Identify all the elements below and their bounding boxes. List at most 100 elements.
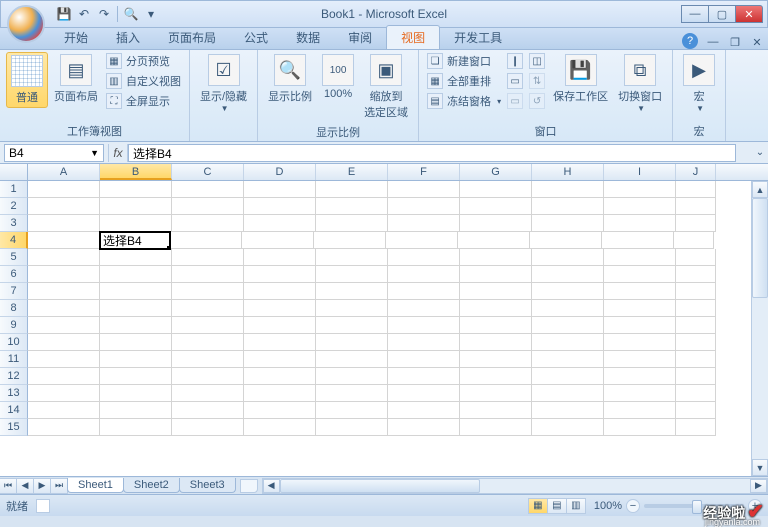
sheet-tab-3[interactable]: Sheet3: [179, 478, 236, 493]
column-header-F[interactable]: F: [388, 164, 460, 180]
cell-I3[interactable]: [604, 215, 676, 232]
cell-I13[interactable]: [604, 385, 676, 402]
cell-H8[interactable]: [532, 300, 604, 317]
cell-J12[interactable]: [676, 368, 716, 385]
freeze-panes-button[interactable]: ▤冻结窗格▾: [425, 92, 503, 110]
column-header-C[interactable]: C: [172, 164, 244, 180]
cell-G6[interactable]: [460, 266, 532, 283]
cell-E6[interactable]: [316, 266, 388, 283]
cell-C10[interactable]: [172, 334, 244, 351]
cell-G5[interactable]: [460, 249, 532, 266]
cell-E15[interactable]: [316, 419, 388, 436]
row-header-10[interactable]: 10: [0, 334, 28, 351]
select-all-corner[interactable]: [0, 164, 28, 180]
cell-G10[interactable]: [460, 334, 532, 351]
reset-position-button[interactable]: ↺: [527, 92, 547, 110]
cell-A2[interactable]: [28, 198, 100, 215]
tab-home[interactable]: 开始: [50, 26, 102, 49]
cell-H7[interactable]: [532, 283, 604, 300]
cell-G8[interactable]: [460, 300, 532, 317]
cell-E13[interactable]: [316, 385, 388, 402]
minimize-button[interactable]: —: [681, 5, 709, 23]
row-header-2[interactable]: 2: [0, 198, 28, 215]
cell-A15[interactable]: [28, 419, 100, 436]
cell-E9[interactable]: [316, 317, 388, 334]
cell-A6[interactable]: [28, 266, 100, 283]
tab-page-layout[interactable]: 页面布局: [154, 26, 230, 49]
cell-I11[interactable]: [604, 351, 676, 368]
cell-I15[interactable]: [604, 419, 676, 436]
column-header-H[interactable]: H: [532, 164, 604, 180]
cell-I6[interactable]: [604, 266, 676, 283]
cell-I4[interactable]: [602, 232, 674, 249]
cell-E2[interactable]: [316, 198, 388, 215]
cell-H10[interactable]: [532, 334, 604, 351]
row-header-8[interactable]: 8: [0, 300, 28, 317]
row-header-14[interactable]: 14: [0, 402, 28, 419]
row-header-1[interactable]: 1: [0, 181, 28, 198]
zoom-100-button[interactable]: 100 100%: [318, 52, 358, 102]
row-header-4[interactable]: 4: [0, 232, 28, 249]
sync-scroll-button[interactable]: ⇅: [527, 72, 547, 90]
cell-H3[interactable]: [532, 215, 604, 232]
prev-sheet-button[interactable]: ◀: [16, 478, 34, 494]
close-button[interactable]: ✕: [735, 5, 763, 23]
cell-D3[interactable]: [244, 215, 316, 232]
cell-C8[interactable]: [172, 300, 244, 317]
cell-D4[interactable]: [242, 232, 314, 249]
zoom-out-button[interactable]: −: [626, 499, 640, 513]
cell-A10[interactable]: [28, 334, 100, 351]
cell-B5[interactable]: [100, 249, 172, 266]
tab-data[interactable]: 数据: [282, 26, 334, 49]
split-button[interactable]: ❙: [505, 52, 525, 70]
cell-C9[interactable]: [172, 317, 244, 334]
row-header-5[interactable]: 5: [0, 249, 28, 266]
cell-C14[interactable]: [172, 402, 244, 419]
cell-F1[interactable]: [388, 181, 460, 198]
cell-A3[interactable]: [28, 215, 100, 232]
cell-D10[interactable]: [244, 334, 316, 351]
workbook-restore-button[interactable]: ❐: [728, 35, 742, 49]
formula-input[interactable]: 选择B4: [128, 144, 736, 162]
show-hide-button[interactable]: ☑ 显示/隐藏 ▼: [196, 52, 251, 115]
qat-dropdown-icon[interactable]: ▾: [142, 5, 160, 23]
hide-button[interactable]: ▭: [505, 72, 525, 90]
cell-J7[interactable]: [676, 283, 716, 300]
scroll-up-icon[interactable]: ▲: [752, 181, 768, 198]
cell-G3[interactable]: [460, 215, 532, 232]
cell-B15[interactable]: [100, 419, 172, 436]
cell-F3[interactable]: [388, 215, 460, 232]
cell-E10[interactable]: [316, 334, 388, 351]
zoom-button[interactable]: 🔍 显示比例: [264, 52, 316, 106]
cell-B11[interactable]: [100, 351, 172, 368]
cell-F9[interactable]: [388, 317, 460, 334]
cell-C2[interactable]: [172, 198, 244, 215]
row-header-6[interactable]: 6: [0, 266, 28, 283]
cell-E7[interactable]: [316, 283, 388, 300]
cell-E14[interactable]: [316, 402, 388, 419]
insert-sheet-button[interactable]: [240, 479, 258, 493]
cell-F4[interactable]: [386, 232, 458, 249]
tab-formulas[interactable]: 公式: [230, 26, 282, 49]
cell-J10[interactable]: [676, 334, 716, 351]
cell-F2[interactable]: [388, 198, 460, 215]
cell-C3[interactable]: [172, 215, 244, 232]
cell-A7[interactable]: [28, 283, 100, 300]
custom-view-button[interactable]: ▥自定义视图: [104, 72, 183, 90]
cell-D13[interactable]: [244, 385, 316, 402]
cell-G14[interactable]: [460, 402, 532, 419]
cell-I12[interactable]: [604, 368, 676, 385]
cell-A11[interactable]: [28, 351, 100, 368]
cell-A9[interactable]: [28, 317, 100, 334]
row-header-3[interactable]: 3: [0, 215, 28, 232]
column-header-D[interactable]: D: [244, 164, 316, 180]
cell-B12[interactable]: [100, 368, 172, 385]
cell-D1[interactable]: [244, 181, 316, 198]
scroll-thumb[interactable]: [752, 198, 768, 298]
cell-G15[interactable]: [460, 419, 532, 436]
cell-B2[interactable]: [100, 198, 172, 215]
page-break-button[interactable]: ▦分页预览: [104, 52, 183, 70]
cell-C1[interactable]: [172, 181, 244, 198]
sheet-tab-2[interactable]: Sheet2: [123, 478, 180, 493]
cell-H2[interactable]: [532, 198, 604, 215]
